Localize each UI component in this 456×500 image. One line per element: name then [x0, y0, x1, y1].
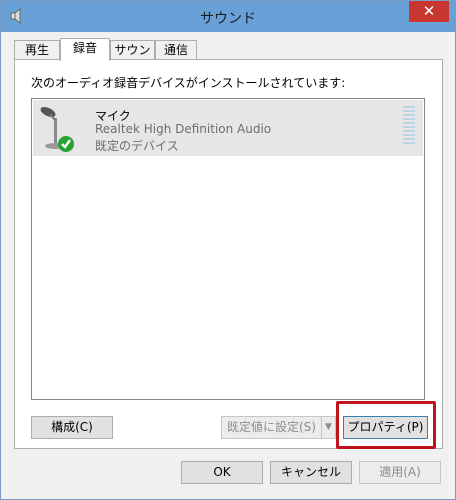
- recording-panel: 次のオーディオ録音デバイスがインストールされています: マイク Realtek …: [14, 59, 443, 449]
- cancel-button[interactable]: キャンセル: [270, 461, 352, 484]
- device-driver: Realtek High Definition Audio: [95, 122, 272, 136]
- set-default-label: 既定値に設定(S): [227, 420, 316, 434]
- chevron-down-icon[interactable]: ▼: [321, 417, 335, 438]
- configure-label: 構成(C): [51, 420, 93, 434]
- apply-button[interactable]: 適用(A): [359, 461, 441, 484]
- annotation-highlight: [336, 401, 436, 449]
- title-bar[interactable]: サウンド ✕: [1, 1, 455, 32]
- tab-sounds[interactable]: サウンド: [110, 40, 155, 75]
- ok-label: OK: [213, 465, 231, 479]
- sound-dialog: サウンド ✕ 再生 録音 サウンド 通信 次のオーディオ録音デバイスがインストー…: [0, 0, 456, 500]
- list-item[interactable]: マイク Realtek High Definition Audio 既定のデバイ…: [33, 100, 423, 156]
- tab-playback[interactable]: 再生: [14, 40, 60, 60]
- configure-button[interactable]: 構成(C): [31, 416, 113, 439]
- apply-label: 適用(A): [379, 465, 421, 479]
- check-badge-icon: [58, 136, 74, 152]
- instruction-text: 次のオーディオ録音デバイスがインストールされています:: [31, 76, 346, 90]
- device-status: 既定のデバイス: [95, 139, 179, 153]
- level-meter: [403, 106, 415, 146]
- microphone-icon: [40, 107, 74, 152]
- window-title: サウンド: [200, 11, 256, 27]
- close-button[interactable]: ✕: [409, 1, 449, 22]
- ok-button[interactable]: OK: [181, 461, 263, 484]
- cancel-label: キャンセル: [280, 465, 341, 479]
- tab-communications[interactable]: 通信: [155, 40, 197, 60]
- tab-recording[interactable]: 録音: [60, 38, 110, 61]
- device-list[interactable]: マイク Realtek High Definition Audio 既定のデバイ…: [31, 98, 425, 400]
- set-default-button[interactable]: 既定値に設定(S) ▼: [221, 416, 336, 439]
